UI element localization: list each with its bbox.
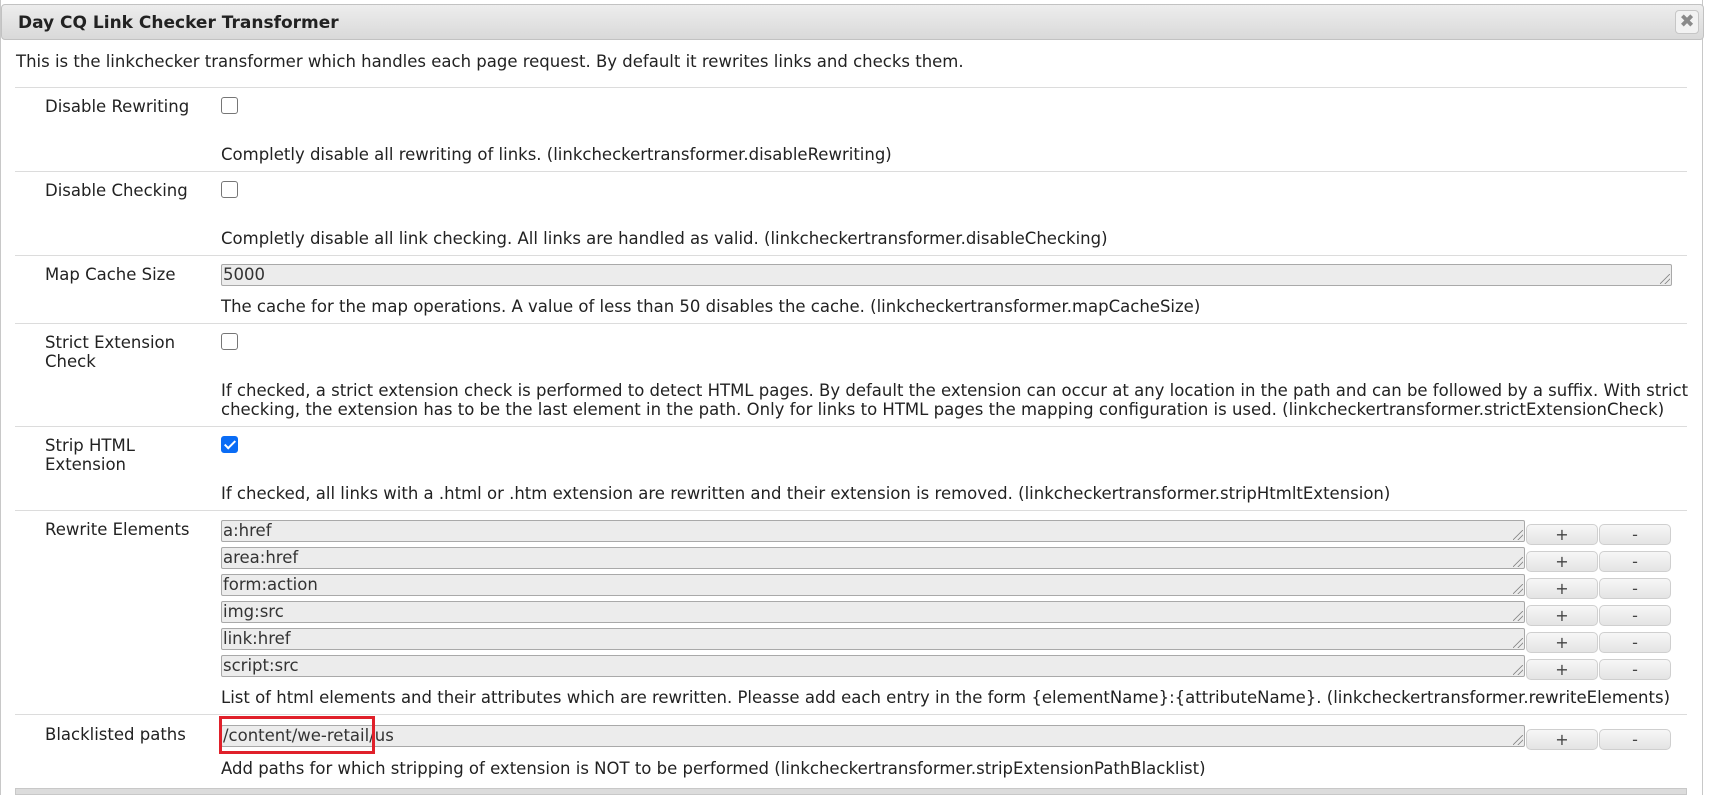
close-icon[interactable]: ✖	[1675, 10, 1699, 34]
add-entry-button[interactable]: +	[1526, 605, 1598, 626]
rewrite-element-input[interactable]: link:href	[221, 628, 1525, 650]
disable-rewriting-label: Disable Rewriting	[45, 97, 190, 116]
dialog-titlebar: Day CQ Link Checker Transformer ✖	[1, 4, 1704, 40]
map-cache-size-input[interactable]: 5000	[221, 264, 1672, 286]
disable-checking-checkbox[interactable]	[221, 181, 238, 198]
strip-html-extension-help: If checked, all links with a .html or .h…	[221, 484, 1391, 503]
disable-rewriting-help: Completly disable all rewriting of links…	[221, 145, 892, 164]
rewrite-elements-help: List of html elements and their attribut…	[221, 688, 1671, 707]
remove-entry-button[interactable]: -	[1599, 659, 1671, 680]
remove-entry-button[interactable]: -	[1599, 524, 1671, 545]
remove-entry-button[interactable]: -	[1599, 578, 1671, 599]
strict-extension-check-label: Strict Extension Check	[45, 333, 175, 371]
row-divider	[15, 171, 1687, 172]
add-entry-button[interactable]: +	[1526, 632, 1598, 653]
add-entry-button[interactable]: +	[1526, 659, 1598, 680]
config-dialog: Day CQ Link Checker Transformer ✖ This i…	[0, 0, 1704, 795]
dialog-description: This is the linkchecker transformer whic…	[16, 52, 964, 71]
bottom-bar	[15, 788, 1687, 795]
rewrite-element-input[interactable]: script:src	[221, 655, 1525, 677]
blacklisted-paths-label: Blacklisted paths	[45, 725, 186, 744]
rewrite-elements-label: Rewrite Elements	[45, 520, 190, 539]
add-path-button[interactable]: +	[1526, 729, 1598, 750]
row-divider	[15, 87, 1687, 88]
remove-entry-button[interactable]: -	[1599, 605, 1671, 626]
blacklisted-path-input[interactable]: /content/we-retail/us	[221, 725, 1525, 747]
row-divider	[15, 323, 1687, 324]
row-divider	[15, 510, 1687, 511]
row-divider	[15, 714, 1687, 715]
add-entry-button[interactable]: +	[1526, 578, 1598, 599]
help-line: If checked, a strict extension check is …	[221, 381, 1689, 400]
row-divider	[15, 255, 1687, 256]
remove-entry-button[interactable]: -	[1599, 632, 1671, 653]
map-cache-size-label: Map Cache Size	[45, 265, 176, 284]
label-line: Strip HTML	[45, 436, 135, 455]
remove-entry-button[interactable]: -	[1599, 551, 1671, 572]
row-divider	[15, 426, 1687, 427]
rewrite-element-input[interactable]: area:href	[221, 547, 1525, 569]
disable-checking-label: Disable Checking	[45, 181, 188, 200]
blacklisted-paths-help: Add paths for which stripping of extensi…	[221, 759, 1206, 778]
dialog-title: Day CQ Link Checker Transformer	[18, 13, 339, 33]
rewrite-element-input[interactable]: a:href	[221, 520, 1525, 542]
label-line: Check	[45, 352, 96, 371]
highlight-box	[219, 716, 375, 754]
disable-checking-help: Completly disable all link checking. All…	[221, 229, 1108, 248]
strip-html-extension-checkbox[interactable]	[221, 436, 238, 453]
disable-rewriting-checkbox[interactable]	[221, 97, 238, 114]
rewrite-element-input[interactable]: form:action	[221, 574, 1525, 596]
add-entry-button[interactable]: +	[1526, 524, 1598, 545]
strict-extension-check-help: If checked, a strict extension check is …	[221, 381, 1688, 419]
label-line: Extension	[45, 455, 127, 474]
add-entry-button[interactable]: +	[1526, 551, 1598, 572]
map-cache-size-help: The cache for the map operations. A valu…	[221, 297, 1201, 316]
label-line: Strict Extension	[45, 333, 176, 352]
strip-html-extension-label: Strip HTML Extension	[45, 436, 135, 474]
rewrite-element-input[interactable]: img:src	[221, 601, 1525, 623]
help-line: checking, the extension has to be the la…	[221, 400, 1665, 419]
strict-extension-check-checkbox[interactable]	[221, 333, 238, 350]
remove-path-button[interactable]: -	[1599, 729, 1671, 750]
